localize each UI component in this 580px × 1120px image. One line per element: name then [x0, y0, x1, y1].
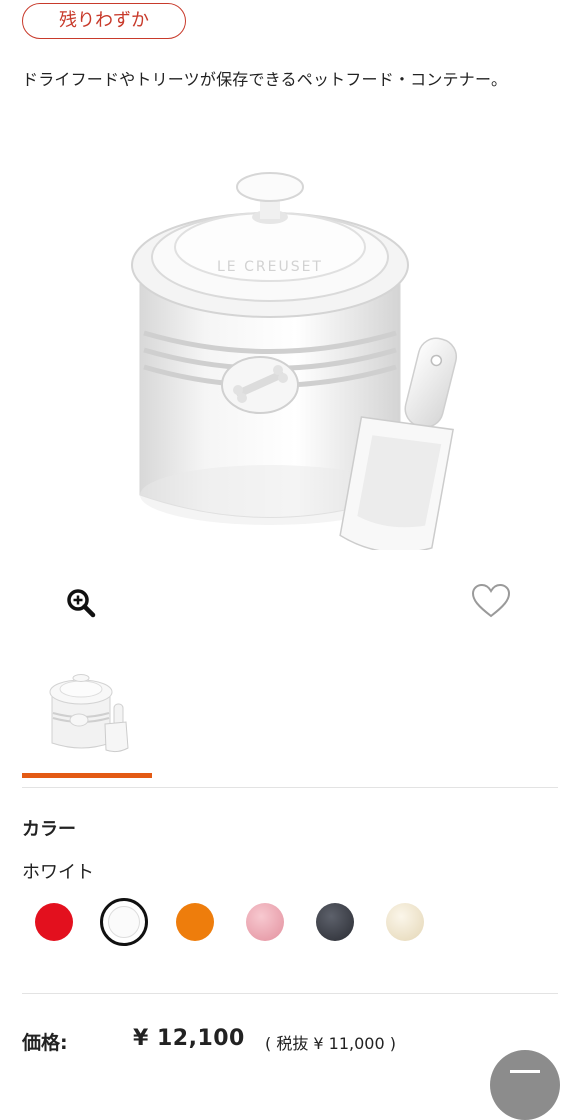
price-label: 価格: — [22, 1032, 68, 1054]
price-value: ¥ 12,100 — [133, 1026, 245, 1051]
thumbnail-active-indicator — [22, 773, 152, 778]
color-section-title: カラー — [22, 819, 76, 840]
divider — [22, 787, 558, 788]
color-swatch-orange[interactable] — [176, 903, 214, 941]
divider — [22, 993, 558, 994]
color-swatch-white-selected[interactable] — [100, 898, 148, 946]
menu-button[interactable] — [490, 1050, 560, 1120]
heart-outline-icon[interactable] — [471, 583, 511, 619]
zoom-in-icon[interactable] — [66, 588, 96, 618]
product-description: ドライフードやトリーツが保存できるペットフード・コンテナー。 — [22, 70, 508, 89]
product-thumbnail[interactable] — [44, 668, 134, 760]
product-main-image: LE CREUSET — [131, 172, 458, 550]
selected-color-name: ホワイト — [22, 862, 94, 883]
lid-emboss-text: LE CREUSET — [217, 259, 323, 275]
color-swatch-pink[interactable] — [246, 903, 284, 941]
color-swatch-cream[interactable] — [386, 903, 424, 941]
menu-icon — [510, 1070, 540, 1073]
color-swatch-graphite[interactable] — [316, 903, 354, 941]
color-swatch-red[interactable] — [35, 903, 73, 941]
low-stock-badge: 残りわずか — [22, 3, 186, 39]
price-tax-note: ( 税抜 ¥ 11,000 ) — [265, 1034, 396, 1053]
